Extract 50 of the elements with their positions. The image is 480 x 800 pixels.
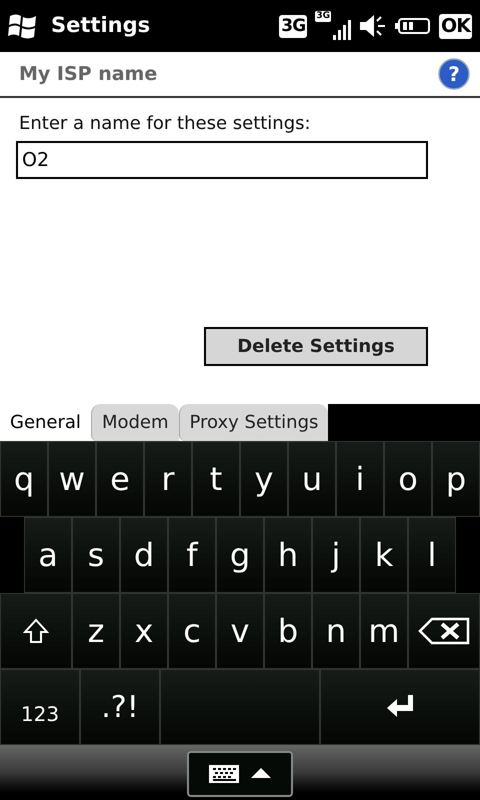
help-icon[interactable]: ? (438, 58, 470, 90)
input-panel-button[interactable] (187, 751, 293, 797)
letter-key[interactable]: g (216, 517, 264, 593)
enter-icon (386, 695, 414, 719)
letter-key[interactable]: q (0, 441, 48, 517)
backspace-key[interactable] (408, 593, 480, 669)
letter-key[interactable]: l (408, 517, 456, 593)
symbols-key[interactable]: 123 (0, 669, 80, 745)
network-indicator: 3G (279, 14, 308, 38)
page-title: My ISP name (19, 62, 158, 87)
battery-icon (395, 16, 432, 36)
shift-icon (23, 618, 49, 644)
letter-key[interactable]: y (240, 441, 288, 517)
letter-key[interactable]: d (120, 517, 168, 593)
speaker-icon[interactable] (359, 13, 388, 39)
letter-key[interactable]: a (24, 517, 72, 593)
letter-key[interactable]: j (312, 517, 360, 593)
letter-key[interactable]: v (216, 593, 264, 669)
backspace-icon (418, 617, 470, 645)
letter-key[interactable]: u (288, 441, 336, 517)
windows-logo-icon[interactable] (8, 12, 38, 40)
ok-button[interactable]: OK (439, 14, 472, 38)
letter-key[interactable]: h (264, 517, 312, 593)
field-label: Enter a name for these settings: (19, 112, 312, 136)
keyboard-icon (209, 765, 239, 783)
delete-settings-button[interactable]: Delete Settings (204, 327, 428, 366)
tab[interactable]: Modem (90, 404, 179, 441)
letter-key[interactable]: i (336, 441, 384, 517)
letter-key[interactable]: o (384, 441, 432, 517)
app-title: Settings (51, 12, 150, 40)
punctuation-key[interactable]: .?! (80, 669, 160, 745)
tab[interactable]: Proxy Settings (178, 404, 328, 441)
letter-key[interactable]: k (360, 517, 408, 593)
letter-key[interactable]: f (168, 517, 216, 593)
shift-key[interactable] (0, 593, 72, 669)
letter-key[interactable]: n (312, 593, 360, 669)
letter-key[interactable]: p (432, 441, 480, 517)
triangle-up-icon (251, 768, 271, 780)
letter-key[interactable]: r (144, 441, 192, 517)
letter-key[interactable]: x (120, 593, 168, 669)
letter-key[interactable]: c (168, 593, 216, 669)
letter-key[interactable]: e (96, 441, 144, 517)
letter-key[interactable]: t (192, 441, 240, 517)
name-input-field[interactable]: O2 (16, 141, 428, 179)
letter-key[interactable]: w (48, 441, 96, 517)
letter-key[interactable]: m (360, 593, 408, 669)
signal-network-indicator: 3G (315, 11, 332, 22)
letter-key[interactable]: z (72, 593, 120, 669)
letter-key[interactable]: b (264, 593, 312, 669)
letter-key[interactable]: s (72, 517, 120, 593)
